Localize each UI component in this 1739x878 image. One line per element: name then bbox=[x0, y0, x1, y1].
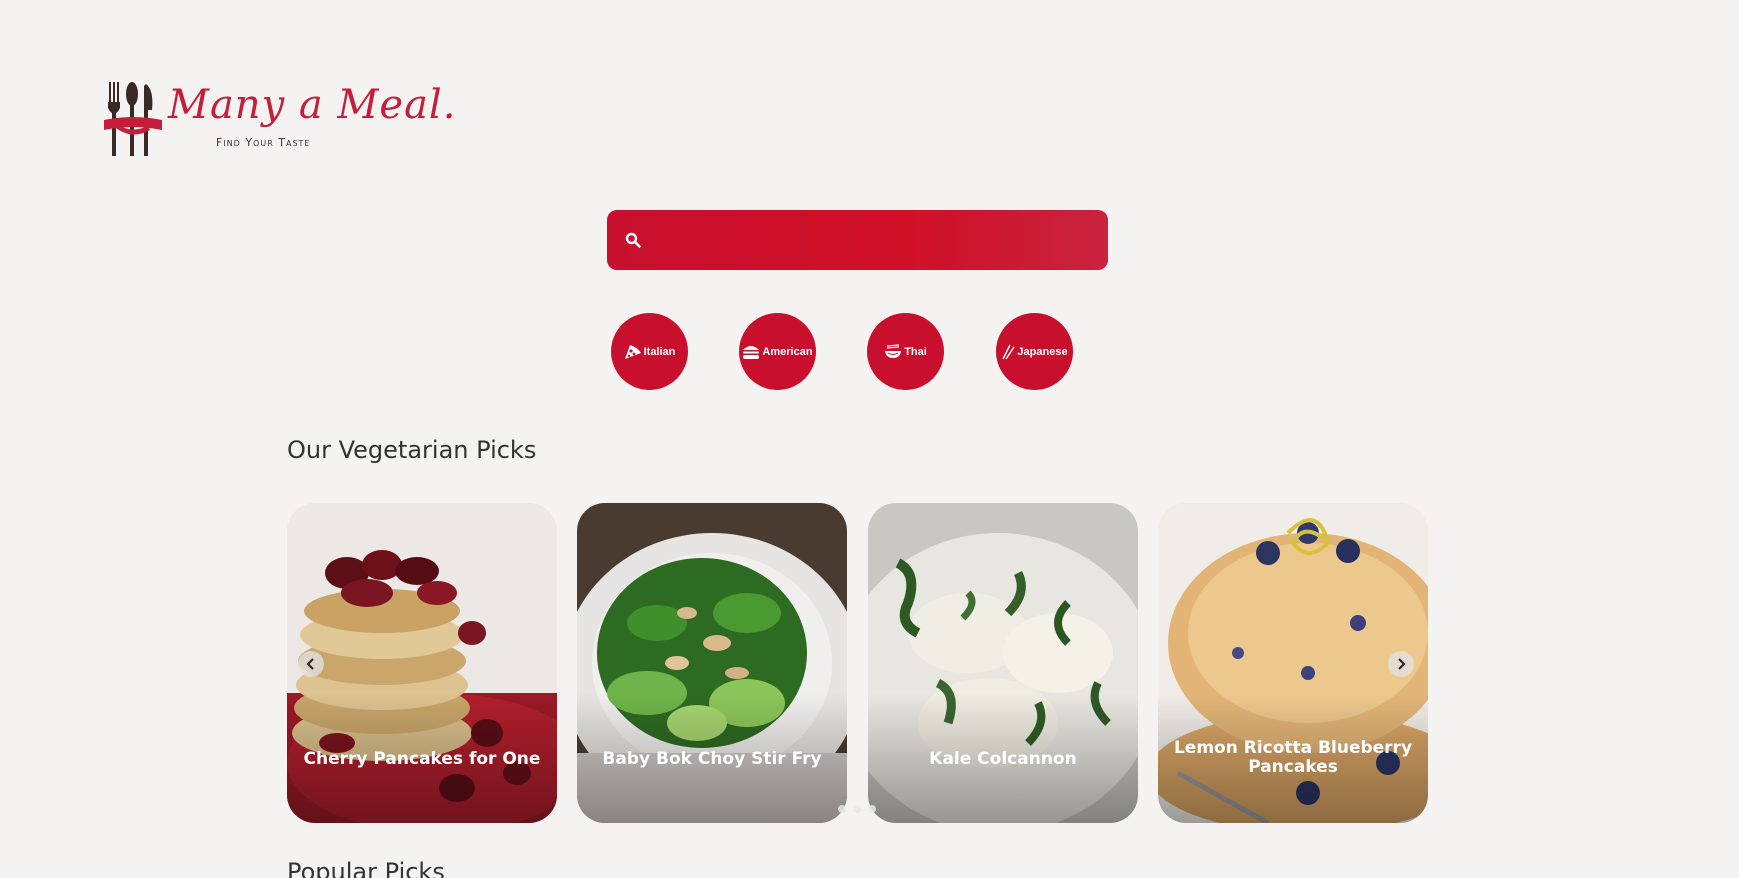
carousel-prev-button[interactable] bbox=[298, 651, 324, 677]
cuisine-label: Thai bbox=[904, 345, 927, 358]
search-input[interactable] bbox=[645, 210, 1108, 270]
recipe-card-title: Cherry Pancakes for One bbox=[303, 749, 541, 769]
pizza-icon bbox=[624, 344, 641, 359]
recipe-card[interactable]: Cherry Pancakes for One bbox=[287, 503, 557, 823]
cuisine-label: American bbox=[762, 345, 813, 358]
pagination-dot[interactable] bbox=[838, 805, 846, 813]
cuisine-button-american[interactable]: American bbox=[739, 313, 816, 390]
pagination-dot[interactable] bbox=[868, 805, 876, 813]
logo-wordmark: Many a Meal. bbox=[168, 82, 457, 128]
page: Many a Meal. Find Your Taste Italian Ame… bbox=[0, 0, 1739, 878]
chevron-right-icon bbox=[1398, 658, 1406, 670]
cuisine-label: Italian bbox=[643, 345, 676, 358]
cutlery-logo-icon bbox=[104, 82, 162, 156]
search-bar[interactable] bbox=[607, 210, 1108, 270]
vegetarian-carousel: Cherry Pancakes for One Baby Bok Choy St… bbox=[287, 503, 1429, 823]
logo-tagline: Find Your Taste bbox=[216, 136, 311, 149]
recipe-card-title: Lemon Ricotta Blueberry Pancakes bbox=[1173, 738, 1413, 777]
burger-icon bbox=[743, 345, 760, 359]
section-title-popular: Popular Picks bbox=[287, 858, 445, 878]
site-logo[interactable]: Many a Meal. Find Your Taste bbox=[104, 80, 455, 160]
search-icon[interactable] bbox=[621, 228, 645, 252]
cuisine-label: Japanese bbox=[1017, 345, 1068, 358]
chevron-left-icon bbox=[306, 658, 314, 670]
section-title-vegetarian: Our Vegetarian Picks bbox=[287, 436, 537, 464]
noodle-bowl-icon bbox=[885, 343, 902, 358]
carousel-next-button[interactable] bbox=[1388, 651, 1414, 677]
chopsticks-icon bbox=[1002, 344, 1016, 359]
cuisine-button-japanese[interactable]: Japanese bbox=[996, 313, 1073, 390]
recipe-card-title: Kale Colcannon bbox=[929, 749, 1077, 769]
recipe-card[interactable]: Kale Colcannon bbox=[868, 503, 1138, 823]
cuisine-button-italian[interactable]: Italian bbox=[611, 313, 688, 390]
cuisine-filters: Italian American Thai Japanese bbox=[611, 313, 1075, 390]
recipe-card-title: Baby Bok Choy Stir Fry bbox=[602, 749, 822, 769]
carousel-pagination bbox=[838, 805, 876, 813]
pagination-dot[interactable] bbox=[853, 805, 861, 813]
cuisine-button-thai[interactable]: Thai bbox=[867, 313, 944, 390]
recipe-card[interactable]: Baby Bok Choy Stir Fry bbox=[577, 503, 847, 823]
